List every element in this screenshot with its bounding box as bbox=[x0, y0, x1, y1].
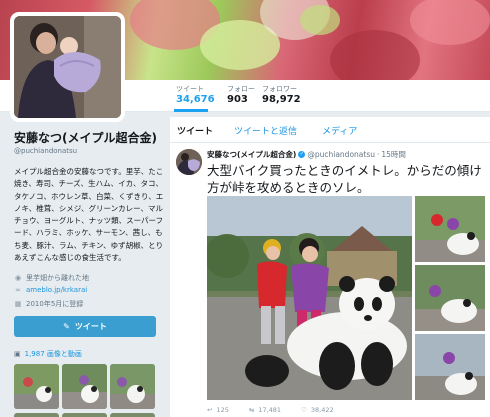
media-thumbnail[interactable] bbox=[14, 413, 59, 417]
profile-joined: ▦ 2010年5月に登録 bbox=[14, 299, 84, 309]
calendar-icon: ▦ bbox=[14, 300, 22, 308]
profile-website[interactable]: ∞ ameblo.jp/krkarai bbox=[14, 286, 87, 294]
avatar-photo bbox=[14, 16, 121, 118]
profile-location-text: 里芋畑から離れた地 bbox=[26, 274, 89, 282]
retweet-button[interactable]: ⇆ 17,481 bbox=[249, 406, 281, 414]
tweet-separator: · bbox=[376, 150, 380, 159]
profile-handle[interactable]: @puchiandonatsu bbox=[14, 147, 77, 155]
tweet-photo-main[interactable] bbox=[207, 196, 412, 400]
media-thumbnail[interactable] bbox=[110, 364, 155, 409]
tweet-header: 安藤なつ(メイプル超合金) ✓ @puchiandonatsu · 15時間 bbox=[207, 149, 406, 160]
like-button[interactable]: ♡ 38,422 bbox=[301, 406, 334, 414]
stat-followers-label: フォロワー bbox=[262, 85, 297, 93]
stat-tweets[interactable]: ツイート 34,676 bbox=[176, 84, 215, 105]
tab-tweets[interactable]: ツイート bbox=[177, 124, 213, 137]
like-count: 38,422 bbox=[310, 406, 334, 414]
tweet-text: 大型バイク買ったときのイメトレ。からだの傾け方が峠を攻めるときのソレ。 bbox=[207, 163, 482, 195]
tab-media[interactable]: メディア bbox=[322, 124, 357, 137]
media-header[interactable]: ▣ 1,987 画像と動画 bbox=[14, 349, 82, 359]
tweet-photo-thumb[interactable] bbox=[415, 196, 485, 262]
retweet-icon: ⇆ bbox=[248, 406, 255, 414]
compose-tweet-button[interactable]: ✎ ツイート bbox=[14, 316, 156, 337]
tab-tweets-and-replies[interactable]: ツイートと返信 bbox=[234, 124, 297, 137]
tweet-photo-thumb[interactable] bbox=[415, 334, 485, 400]
profile-display-name[interactable]: 安藤なつ(メイプル超合金) bbox=[14, 129, 157, 146]
compose-tweet-label: ツイート bbox=[74, 322, 107, 331]
media-count-label: 1,987 画像と動画 bbox=[24, 350, 82, 358]
stat-tweets-value: 34,676 bbox=[176, 94, 215, 105]
tweet-actions: ↩ 125 ⇆ 17,481 ♡ 38,422 bbox=[207, 404, 487, 416]
tweet-timestamp[interactable]: 15時間 bbox=[381, 149, 406, 160]
retweet-count: 17,481 bbox=[258, 406, 282, 414]
verified-badge-icon: ✓ bbox=[298, 151, 306, 158]
compose-icon: ✎ bbox=[63, 322, 70, 331]
media-thumbnail[interactable] bbox=[110, 413, 155, 417]
stat-following-label: フォロー bbox=[227, 85, 255, 93]
reply-button[interactable]: ↩ 125 bbox=[207, 406, 229, 414]
link-icon: ∞ bbox=[15, 286, 21, 294]
media-thumbnail[interactable] bbox=[62, 413, 107, 417]
profile-bio: メイプル超合金の安藤なつです。里芋、たこ焼き、寿司、チーズ、生ハム、イカ、タコ、… bbox=[14, 167, 164, 263]
timeline-tabs: ツイート ツイートと返信 メディア bbox=[170, 117, 490, 143]
tweet-photo-thumb[interactable] bbox=[415, 265, 485, 331]
camera-icon: ▣ bbox=[14, 350, 21, 358]
tweet-author-handle[interactable]: @puchiandonatsu bbox=[307, 150, 375, 159]
tweet-author-name[interactable]: 安藤なつ(メイプル超合金) bbox=[207, 149, 296, 160]
profile-website-link[interactable]: ameblo.jp/krkarai bbox=[26, 286, 87, 294]
profile-location: ◉ 里芋畑から離れた地 bbox=[14, 273, 89, 283]
media-thumbnail[interactable] bbox=[14, 364, 59, 409]
reply-icon: ↩ bbox=[207, 406, 213, 414]
profile-joined-text: 2010年5月に登録 bbox=[26, 300, 84, 308]
map-pin-icon: ◉ bbox=[14, 274, 22, 282]
tweet[interactable]: 安藤なつ(メイプル超合金) ✓ @puchiandonatsu · 15時間 大… bbox=[170, 143, 490, 417]
stat-tweets-label: ツイート bbox=[176, 85, 204, 93]
stat-following[interactable]: フォロー 903 bbox=[227, 84, 255, 105]
active-stat-underline bbox=[174, 109, 208, 112]
profile-sidebar: 安藤なつ(メイプル超合金) @puchiandonatsu メイプル超合金の安藤… bbox=[0, 112, 165, 417]
profile-avatar[interactable] bbox=[10, 12, 125, 122]
heart-icon: ♡ bbox=[301, 406, 307, 414]
media-thumbnail[interactable] bbox=[62, 364, 107, 409]
stat-followers[interactable]: フォロワー 98,972 bbox=[262, 84, 301, 105]
stat-followers-value: 98,972 bbox=[262, 94, 301, 105]
timeline: ツイート ツイートと返信 メディア 安藤なつ(メイプル超合金) ✓ @puchi… bbox=[170, 117, 490, 417]
reply-count: 125 bbox=[216, 406, 229, 414]
stat-following-value: 903 bbox=[227, 94, 248, 105]
tweet-avatar[interactable] bbox=[176, 149, 202, 175]
